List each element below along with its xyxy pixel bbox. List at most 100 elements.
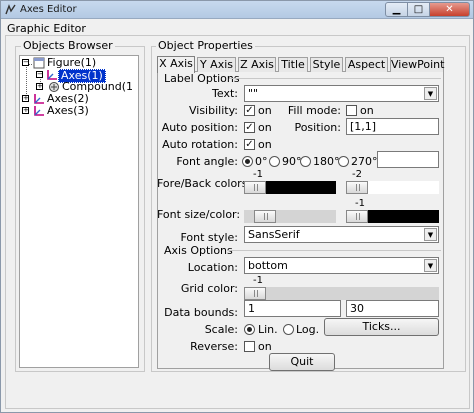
tree-node-label: Figure(1) — [47, 56, 97, 69]
font-size-color-label: Font size/color: — [157, 208, 241, 221]
font-angle-0-label: 0° — [255, 155, 268, 168]
tree-node-axes-3[interactable]: + Axes(3) — [20, 105, 138, 117]
location-label: Location: — [187, 261, 238, 274]
axes-icon — [47, 70, 57, 80]
font-angle-0-radio[interactable] — [242, 156, 253, 167]
scale-lin-radio[interactable] — [244, 324, 255, 335]
slider-thumb[interactable] — [244, 181, 266, 194]
fore-back-colors-label: Fore/Back colors: — [157, 177, 252, 190]
tree-node-figure[interactable]: − Figure(1) — [20, 57, 138, 69]
slider-thumb[interactable] — [244, 287, 266, 300]
font-angle-180-label: 180° — [313, 155, 340, 168]
data-bounds-max-input[interactable]: 30 — [346, 300, 439, 317]
tab-aspect[interactable]: Aspect — [345, 57, 388, 72]
scilab-app-icon — [5, 4, 16, 15]
collapse-icon[interactable]: − — [36, 71, 43, 78]
tab-title[interactable]: Title — [278, 57, 308, 72]
collapse-icon[interactable]: − — [22, 59, 29, 66]
foreground-color-slider[interactable]: -1 — [244, 169, 336, 194]
text-label: Text: — [212, 87, 238, 100]
position-label: Position: — [294, 121, 341, 134]
axes-editor-window: Axes Editor ▁ □ ✕ Graphic Editor Objects… — [0, 0, 474, 413]
graphic-editor-menu[interactable]: Graphic Editor — [7, 22, 86, 35]
fill-mode-checkbox[interactable] — [346, 105, 357, 116]
text-combo-value: "" — [248, 87, 259, 100]
text-combo[interactable]: "" ▼ — [244, 85, 439, 102]
location-combo[interactable]: bottom ▼ — [244, 257, 439, 274]
auto-rotation-on-label: on — [258, 138, 272, 151]
auto-rotation-checkbox[interactable]: ✓ — [244, 139, 255, 150]
dropdown-arrow-icon[interactable]: ▼ — [424, 259, 437, 272]
font-style-label: Font style: — [180, 231, 238, 244]
font-angle-180-radio[interactable] — [300, 156, 311, 167]
font-style-combo[interactable]: SansSerif ▼ — [244, 226, 439, 243]
section-divider — [227, 250, 441, 251]
fill-mode-label: Fill mode: — [287, 104, 341, 117]
fill-mode-on-label: on — [360, 104, 374, 117]
tab-y-axis[interactable]: Y Axis — [197, 57, 236, 72]
font-angle-270-radio[interactable] — [338, 156, 349, 167]
title-bar[interactable]: Axes Editor ▁ □ ✕ — [1, 1, 473, 19]
maximize-button[interactable]: □ — [407, 2, 430, 17]
background-color-slider[interactable]: -2 — [346, 169, 439, 194]
expand-icon[interactable]: + — [36, 83, 43, 90]
font-angle-input[interactable] — [377, 151, 439, 168]
grid-color-value: -1 — [253, 275, 263, 286]
slider-thumb[interactable] — [346, 210, 368, 223]
window-title: Axes Editor — [20, 4, 77, 15]
data-bounds-label: Data bounds: — [164, 306, 238, 319]
scale-log-label: Log. — [296, 323, 320, 336]
tab-style[interactable]: Style — [310, 57, 343, 72]
auto-position-checkbox[interactable]: ✓ — [244, 122, 255, 133]
close-icon: ✕ — [445, 4, 454, 15]
slider-thumb[interactable] — [254, 210, 276, 223]
objects-browser-label: Objects Browser — [21, 39, 115, 52]
reverse-on-label: on — [258, 340, 272, 353]
grid-color-label: Grid color: — [180, 282, 238, 295]
font-angle-90-radio[interactable] — [269, 156, 280, 167]
axis-options-heading: Axis Options — [164, 244, 233, 257]
maximize-icon: □ — [413, 4, 424, 15]
font-size-slider[interactable] — [244, 210, 336, 223]
quit-button[interactable]: Quit — [269, 353, 335, 371]
figure-icon — [33, 57, 45, 69]
close-button[interactable]: ✕ — [429, 2, 470, 17]
dropdown-arrow-icon[interactable]: ▼ — [424, 228, 437, 241]
object-properties-label: Object Properties — [156, 39, 255, 52]
visibility-checkbox[interactable]: ✓ — [244, 105, 255, 116]
objects-tree[interactable]: − Figure(1) − Axes(1) + Compound(1 + Axe… — [19, 55, 139, 368]
location-value: bottom — [248, 259, 288, 272]
auto-rotation-label: Auto rotation: — [162, 138, 238, 151]
reverse-checkbox[interactable] — [244, 341, 255, 352]
scale-lin-label: Lin. — [258, 323, 278, 336]
position-input[interactable]: [1,1] — [346, 118, 439, 135]
data-bounds-min-input[interactable]: 1 — [244, 300, 341, 317]
scale-label: Scale: — [204, 323, 238, 336]
expand-icon[interactable]: + — [22, 95, 29, 102]
axes-icon — [34, 94, 44, 104]
minimize-icon: ▁ — [392, 4, 401, 15]
visibility-on-label: on — [258, 104, 272, 117]
visibility-label: Visibility: — [188, 104, 238, 117]
reverse-label: Reverse: — [190, 340, 238, 353]
section-divider — [229, 78, 441, 79]
font-style-value: SansSerif — [248, 228, 300, 241]
expand-icon[interactable]: + — [22, 107, 29, 114]
auto-position-label: Auto position: — [161, 121, 238, 134]
tab-x-axis[interactable]: X Axis — [157, 56, 195, 73]
dropdown-arrow-icon[interactable]: ▼ — [424, 87, 437, 100]
font-angle-90-label: 90° — [282, 155, 302, 168]
tab-z-axis[interactable]: Z Axis — [238, 57, 276, 72]
font-angle-label: Font angle: — [176, 155, 238, 168]
font-angle-270-label: 270° — [351, 155, 378, 168]
tab-viewpoint[interactable]: ViewPoint — [390, 57, 444, 72]
foreground-color-value: -1 — [253, 169, 263, 180]
slider-thumb[interactable] — [346, 181, 368, 194]
ticks-button[interactable]: Ticks... — [324, 318, 439, 336]
font-color-value: -1 — [355, 198, 365, 209]
minimize-button[interactable]: ▁ — [385, 2, 408, 17]
scale-log-radio[interactable] — [283, 324, 294, 335]
font-color-slider[interactable]: -1 — [346, 198, 439, 223]
tree-node-label: Axes(3) — [47, 104, 89, 117]
grid-color-slider[interactable]: -1 — [244, 275, 439, 300]
